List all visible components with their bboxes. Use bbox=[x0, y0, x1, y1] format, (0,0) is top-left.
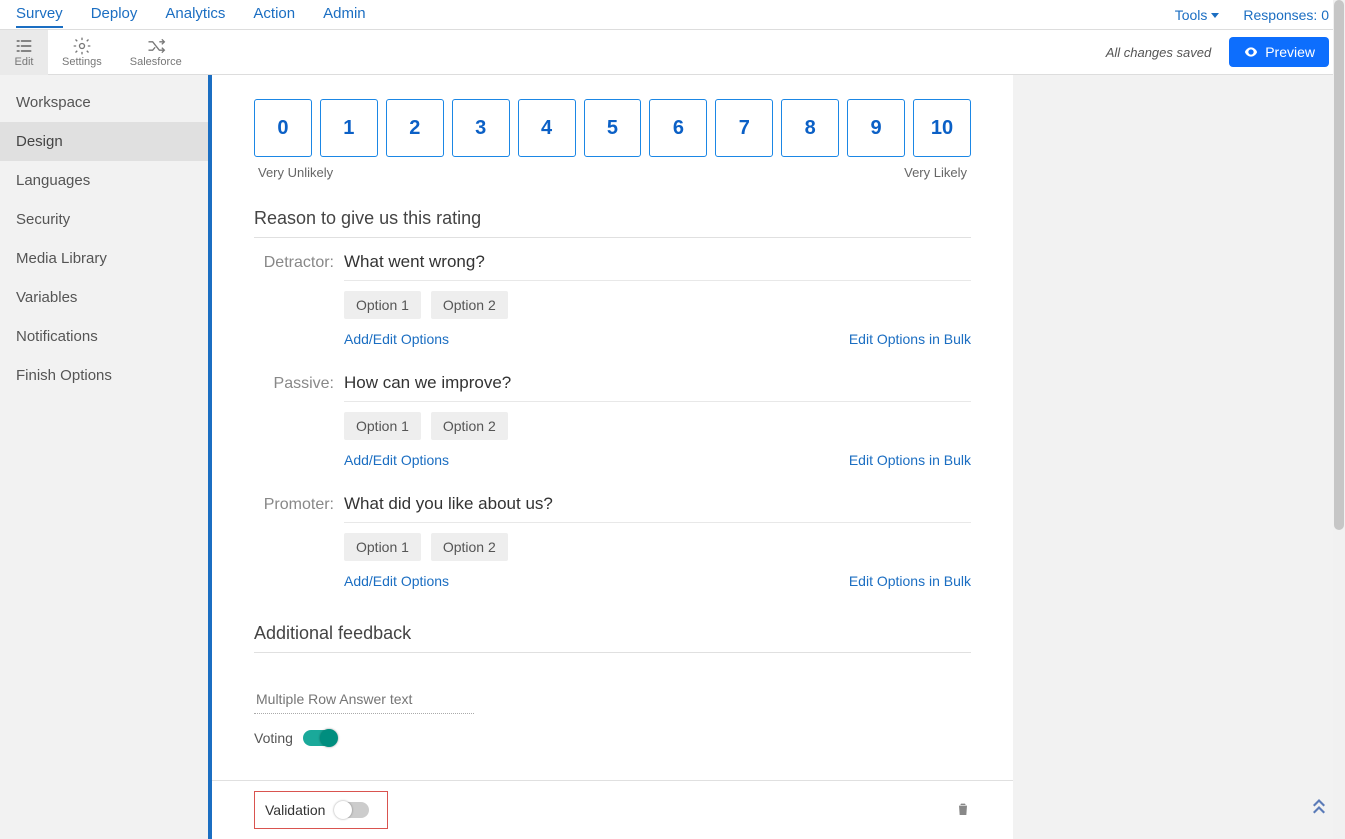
top-nav-right: Tools Responses: 0 bbox=[1175, 7, 1329, 23]
sidebar-item-media-library[interactable]: Media Library bbox=[0, 239, 208, 278]
followup-passive: Passive: How can we improve? Option 1 Op… bbox=[254, 373, 971, 490]
nav-deploy[interactable]: Deploy bbox=[91, 1, 138, 28]
card-footer: Validation bbox=[212, 780, 1013, 839]
validation-label: Validation bbox=[265, 802, 325, 818]
toolbar-settings[interactable]: Settings bbox=[48, 30, 116, 75]
toolbar-salesforce[interactable]: Salesforce bbox=[116, 30, 196, 75]
voting-row: Voting bbox=[254, 730, 971, 746]
option-chip[interactable]: Option 2 bbox=[431, 533, 508, 561]
delete-question-button[interactable] bbox=[955, 801, 971, 820]
chevron-down-icon bbox=[1211, 13, 1219, 18]
preview-button[interactable]: Preview bbox=[1229, 37, 1329, 67]
nps-cell-8[interactable]: 8 bbox=[781, 99, 839, 157]
edit-options-bulk-link[interactable]: Edit Options in Bulk bbox=[849, 331, 971, 347]
sidebar-item-variables[interactable]: Variables bbox=[0, 278, 208, 317]
nps-cell-1[interactable]: 1 bbox=[320, 99, 378, 157]
validation-toggle[interactable] bbox=[335, 802, 369, 818]
voting-label: Voting bbox=[254, 730, 293, 746]
responses-link[interactable]: Responses: 0 bbox=[1243, 7, 1329, 23]
add-edit-options-link[interactable]: Add/Edit Options bbox=[344, 452, 449, 468]
scroll-to-top-button[interactable] bbox=[1307, 794, 1331, 821]
nav-survey[interactable]: Survey bbox=[16, 1, 63, 28]
gear-icon bbox=[72, 36, 92, 56]
followup-label: Detractor: bbox=[254, 252, 344, 369]
nav-admin[interactable]: Admin bbox=[323, 1, 366, 28]
reason-title[interactable]: Reason to give us this rating bbox=[254, 200, 971, 238]
top-nav: Survey Deploy Analytics Action Admin Too… bbox=[0, 0, 1345, 30]
nps-cell-4[interactable]: 4 bbox=[518, 99, 576, 157]
sidebar-item-finish-options[interactable]: Finish Options bbox=[0, 356, 208, 395]
nps-right-label: Very Likely bbox=[904, 165, 967, 180]
followup-question[interactable]: How can we improve? bbox=[344, 373, 971, 402]
nps-cell-0[interactable]: 0 bbox=[254, 99, 312, 157]
eye-icon bbox=[1243, 44, 1259, 60]
nps-cell-3[interactable]: 3 bbox=[452, 99, 510, 157]
voting-toggle[interactable] bbox=[303, 730, 337, 746]
sidebar: Workspace Design Languages Security Medi… bbox=[0, 75, 208, 839]
nps-cell-10[interactable]: 10 bbox=[913, 99, 971, 157]
sidebar-item-notifications[interactable]: Notifications bbox=[0, 317, 208, 356]
nps-cell-2[interactable]: 2 bbox=[386, 99, 444, 157]
nps-cell-6[interactable]: 6 bbox=[649, 99, 707, 157]
validation-box: Validation bbox=[254, 791, 388, 829]
nav-analytics[interactable]: Analytics bbox=[165, 1, 225, 28]
double-chevron-up-icon bbox=[1307, 794, 1331, 818]
sidebar-item-workspace[interactable]: Workspace bbox=[0, 83, 208, 122]
add-edit-options-link[interactable]: Add/Edit Options bbox=[344, 573, 449, 589]
edit-options-bulk-link[interactable]: Edit Options in Bulk bbox=[849, 573, 971, 589]
page-scrollbar[interactable] bbox=[1333, 0, 1345, 839]
nps-anchor-labels: Very Unlikely Very Likely bbox=[254, 165, 971, 180]
nps-cell-5[interactable]: 5 bbox=[584, 99, 642, 157]
nav-action[interactable]: Action bbox=[253, 1, 295, 28]
option-chip[interactable]: Option 2 bbox=[431, 412, 508, 440]
edit-options-bulk-link[interactable]: Edit Options in Bulk bbox=[849, 452, 971, 468]
sidebar-item-languages[interactable]: Languages bbox=[0, 161, 208, 200]
tools-dropdown[interactable]: Tools bbox=[1175, 7, 1220, 23]
toolbar-edit-label: Edit bbox=[15, 56, 34, 68]
followup-question[interactable]: What did you like about us? bbox=[344, 494, 971, 523]
nps-cell-9[interactable]: 9 bbox=[847, 99, 905, 157]
save-status: All changes saved bbox=[1106, 45, 1212, 60]
top-nav-left: Survey Deploy Analytics Action Admin bbox=[16, 1, 366, 28]
canvas: 0 1 2 3 4 5 6 7 8 9 10 Very Unlikely Ver… bbox=[208, 75, 1345, 839]
followup-promoter: Promoter: What did you like about us? Op… bbox=[254, 494, 971, 611]
followup-detractor: Detractor: What went wrong? Option 1 Opt… bbox=[254, 252, 971, 369]
preview-label: Preview bbox=[1265, 44, 1315, 60]
option-chip[interactable]: Option 1 bbox=[344, 291, 421, 319]
toolbar-settings-label: Settings bbox=[62, 56, 102, 68]
toolbar-salesforce-label: Salesforce bbox=[130, 56, 182, 68]
nps-left-label: Very Unlikely bbox=[258, 165, 333, 180]
nps-scale: 0 1 2 3 4 5 6 7 8 9 10 bbox=[254, 99, 971, 157]
feedback-input[interactable] bbox=[254, 685, 474, 714]
sidebar-item-security[interactable]: Security bbox=[0, 200, 208, 239]
followup-label: Passive: bbox=[254, 373, 344, 490]
option-chip[interactable]: Option 1 bbox=[344, 533, 421, 561]
edit-list-icon bbox=[14, 36, 34, 56]
toolbar-edit[interactable]: Edit bbox=[0, 30, 48, 75]
question-card: 0 1 2 3 4 5 6 7 8 9 10 Very Unlikely Ver… bbox=[208, 75, 1013, 839]
trash-icon bbox=[955, 801, 971, 817]
additional-feedback-title[interactable]: Additional feedback bbox=[254, 615, 971, 653]
followup-label: Promoter: bbox=[254, 494, 344, 611]
option-chip[interactable]: Option 1 bbox=[344, 412, 421, 440]
nps-cell-7[interactable]: 7 bbox=[715, 99, 773, 157]
shuffle-icon bbox=[146, 36, 166, 56]
sidebar-item-design[interactable]: Design bbox=[0, 122, 208, 161]
option-chip[interactable]: Option 2 bbox=[431, 291, 508, 319]
followup-question[interactable]: What went wrong? bbox=[344, 252, 971, 281]
toolbar: Edit Settings Salesforce All changes sav… bbox=[0, 30, 1345, 75]
add-edit-options-link[interactable]: Add/Edit Options bbox=[344, 331, 449, 347]
